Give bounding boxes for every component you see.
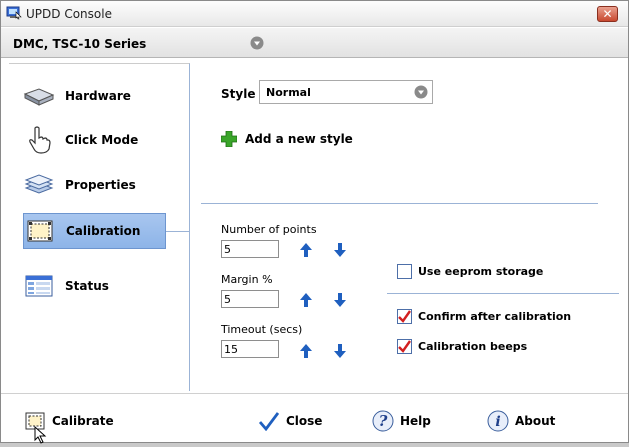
margin-input[interactable] xyxy=(221,290,279,308)
device-name: DMC, TSC-10 Series xyxy=(13,37,147,51)
svg-text:?: ? xyxy=(379,412,388,430)
window-title: UPDD Console xyxy=(26,7,112,21)
device-dropdown-icon[interactable] xyxy=(250,36,264,50)
app-icon xyxy=(6,6,22,20)
help-button[interactable]: ? Help xyxy=(372,410,431,432)
beeps-label: Calibration beeps xyxy=(418,340,528,353)
checkbox-unchecked-icon[interactable] xyxy=(397,264,412,279)
about-label: About xyxy=(515,414,556,428)
style-select-value: Normal xyxy=(266,86,311,99)
timeout-label: Timeout (secs) xyxy=(221,323,303,336)
eeprom-checkbox[interactable]: Use eeprom storage xyxy=(397,264,543,279)
about-button[interactable]: i About xyxy=(487,410,555,432)
arrow-down-icon[interactable] xyxy=(332,343,348,359)
arrow-up-icon[interactable] xyxy=(298,343,314,359)
sidebar-item-label: Hardware xyxy=(65,89,131,103)
mouse-cursor-icon xyxy=(34,425,48,444)
sidebar-item-label: Properties xyxy=(65,178,136,192)
chevron-down-icon[interactable] xyxy=(414,85,428,99)
arrow-up-icon[interactable] xyxy=(298,292,314,308)
title-bar: UPDD Console ✕ xyxy=(1,1,628,27)
help-icon: ? xyxy=(372,410,394,432)
arrow-up-icon[interactable] xyxy=(298,242,314,258)
sidebar-item-status[interactable]: Status xyxy=(23,268,166,304)
checkbox-checked-icon[interactable] xyxy=(397,339,412,354)
margin-label: Margin % xyxy=(221,273,273,286)
sidebar-item-label: Status xyxy=(65,279,109,293)
hand-pointer-icon xyxy=(23,126,55,154)
arrow-down-icon[interactable] xyxy=(332,242,348,258)
points-label: Number of points xyxy=(221,223,317,236)
status-table-icon xyxy=(23,272,55,300)
sidebar-item-label: Click Mode xyxy=(65,133,139,147)
checkmark-icon xyxy=(258,410,280,432)
svg-text:i: i xyxy=(495,414,500,430)
checkbox-checked-icon[interactable] xyxy=(397,309,412,324)
calibration-icon xyxy=(24,217,56,245)
close-button[interactable]: Close xyxy=(258,410,322,432)
arrow-down-icon[interactable] xyxy=(332,292,348,308)
layers-icon xyxy=(23,171,55,199)
sidebar-item-click-mode[interactable]: Click Mode xyxy=(23,122,166,158)
sidebar-item-properties[interactable]: Properties xyxy=(23,167,166,203)
hardware-icon xyxy=(23,82,55,110)
add-style-label: Add a new style xyxy=(245,132,353,146)
style-label: Style xyxy=(221,87,256,101)
help-label: Help xyxy=(400,414,431,428)
bottom-toolbar: Calibrate Close ? Help i About xyxy=(1,393,628,442)
divider xyxy=(201,203,598,204)
updd-console-window: UPDD Console ✕ DMC, TSC-10 Series Hardwa… xyxy=(0,0,629,444)
info-icon: i xyxy=(487,410,509,432)
timeout-input[interactable] xyxy=(221,340,279,358)
nav-connector-line xyxy=(166,231,190,232)
style-select[interactable]: Normal xyxy=(259,80,433,104)
sidebar-item-label: Calibration xyxy=(66,224,141,238)
plus-icon xyxy=(220,130,238,148)
device-bar: DMC, TSC-10 Series xyxy=(1,28,628,58)
points-input[interactable] xyxy=(221,240,279,258)
close-label: Close xyxy=(286,414,323,428)
beeps-checkbox[interactable]: Calibration beeps xyxy=(397,339,527,354)
eeprom-label: Use eeprom storage xyxy=(418,265,544,278)
confirm-checkbox[interactable]: Confirm after calibration xyxy=(397,309,571,324)
confirm-label: Confirm after calibration xyxy=(418,310,572,323)
sidebar-item-calibration[interactable]: Calibration xyxy=(23,213,166,249)
calibration-panel: Style Normal Add a new style Number of p… xyxy=(191,63,628,391)
close-window-button[interactable]: ✕ xyxy=(597,6,618,22)
sidebar-item-hardware[interactable]: Hardware xyxy=(23,78,166,114)
calibrate-label: Calibrate xyxy=(52,414,114,428)
divider xyxy=(387,293,619,294)
sidebar-nav: Hardware Click Mode Properties Calibrati… xyxy=(9,63,190,391)
add-style-button[interactable]: Add a new style xyxy=(220,130,353,148)
